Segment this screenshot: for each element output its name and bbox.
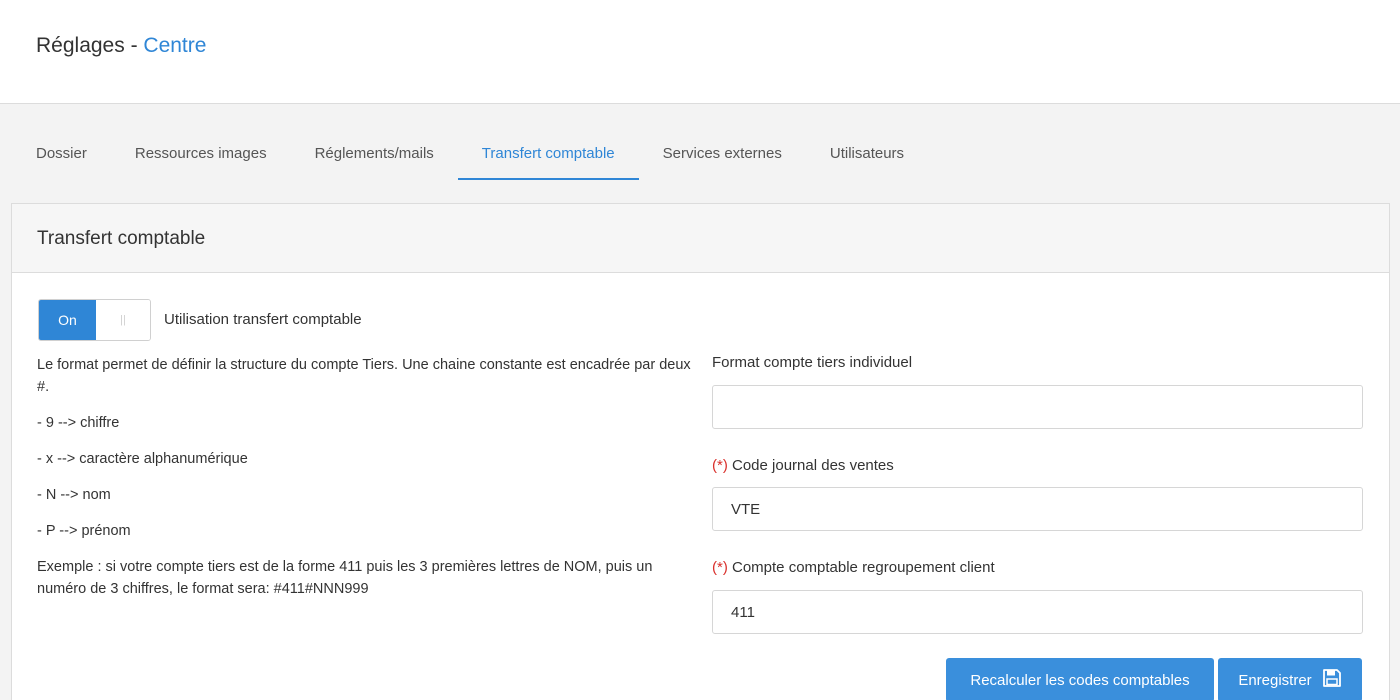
top-bar: Réglages - Centre (0, 0, 1400, 104)
toggle-handle-icon: || (96, 300, 150, 340)
tab-utilisateurs[interactable]: Utilisateurs (806, 128, 928, 180)
toggle-label: Utilisation transfert comptable (164, 311, 362, 328)
help-rule-digit: - 9 --> chiffre (37, 415, 120, 431)
settings-tabs: Dossier Ressources images Réglements/mai… (12, 128, 928, 180)
help-rule-alnum: - x --> caractère alphanumérique (37, 451, 248, 467)
code-journal-input[interactable] (712, 487, 1363, 531)
tab-ressources-images[interactable]: Ressources images (111, 128, 291, 180)
format-compte-label: Format compte tiers individuel (712, 354, 913, 371)
help-rule-nom: - N --> nom (37, 487, 111, 503)
compte-regroupement-label-text: Compte comptable regroupement client (732, 559, 995, 576)
page-title-separator: - (124, 34, 144, 57)
page-title-center: Centre (143, 34, 207, 57)
page-title: Réglages - Centre (36, 34, 206, 58)
compte-regroupement-label: (*) Compte comptable regroupement client (712, 559, 995, 576)
code-journal-label: (*) Code journal des ventes (712, 457, 894, 474)
help-paragraph: Le format permet de définir la structure… (37, 357, 691, 395)
floppy-disk-icon (1322, 668, 1342, 692)
format-compte-input[interactable] (712, 385, 1363, 429)
compte-regroupement-input[interactable] (712, 590, 1363, 634)
tab-reglements-mails[interactable]: Réglements/mails (291, 128, 458, 180)
required-marker: (*) (712, 559, 728, 576)
help-rule-prenom: - P --> prénom (37, 523, 131, 539)
recalculer-codes-button[interactable]: Recalculer les codes comptables (946, 658, 1214, 700)
panel-title: Transfert comptable (12, 204, 1389, 273)
format-help-text: Le format permet de définir la structure… (37, 354, 697, 614)
tab-transfert-comptable[interactable]: Transfert comptable (457, 128, 639, 180)
code-journal-label-text: Code journal des ventes (732, 457, 894, 474)
tab-dossier[interactable]: Dossier (12, 128, 111, 180)
enregistrer-label: Enregistrer (1238, 671, 1312, 689)
tab-services-externes[interactable]: Services externes (639, 128, 806, 180)
page-title-prefix: Réglages (36, 34, 125, 57)
recalculer-codes-label: Recalculer les codes comptables (970, 671, 1190, 689)
transfert-toggle-switch[interactable]: On || (38, 299, 151, 341)
help-example: Exemple : si votre compte tiers est de l… (37, 559, 653, 597)
transfert-comptable-panel: Transfert comptable On || Utilisation tr… (11, 203, 1390, 700)
enregistrer-button[interactable]: Enregistrer (1218, 658, 1362, 700)
required-marker: (*) (712, 457, 728, 474)
toggle-on-label: On (39, 300, 96, 340)
